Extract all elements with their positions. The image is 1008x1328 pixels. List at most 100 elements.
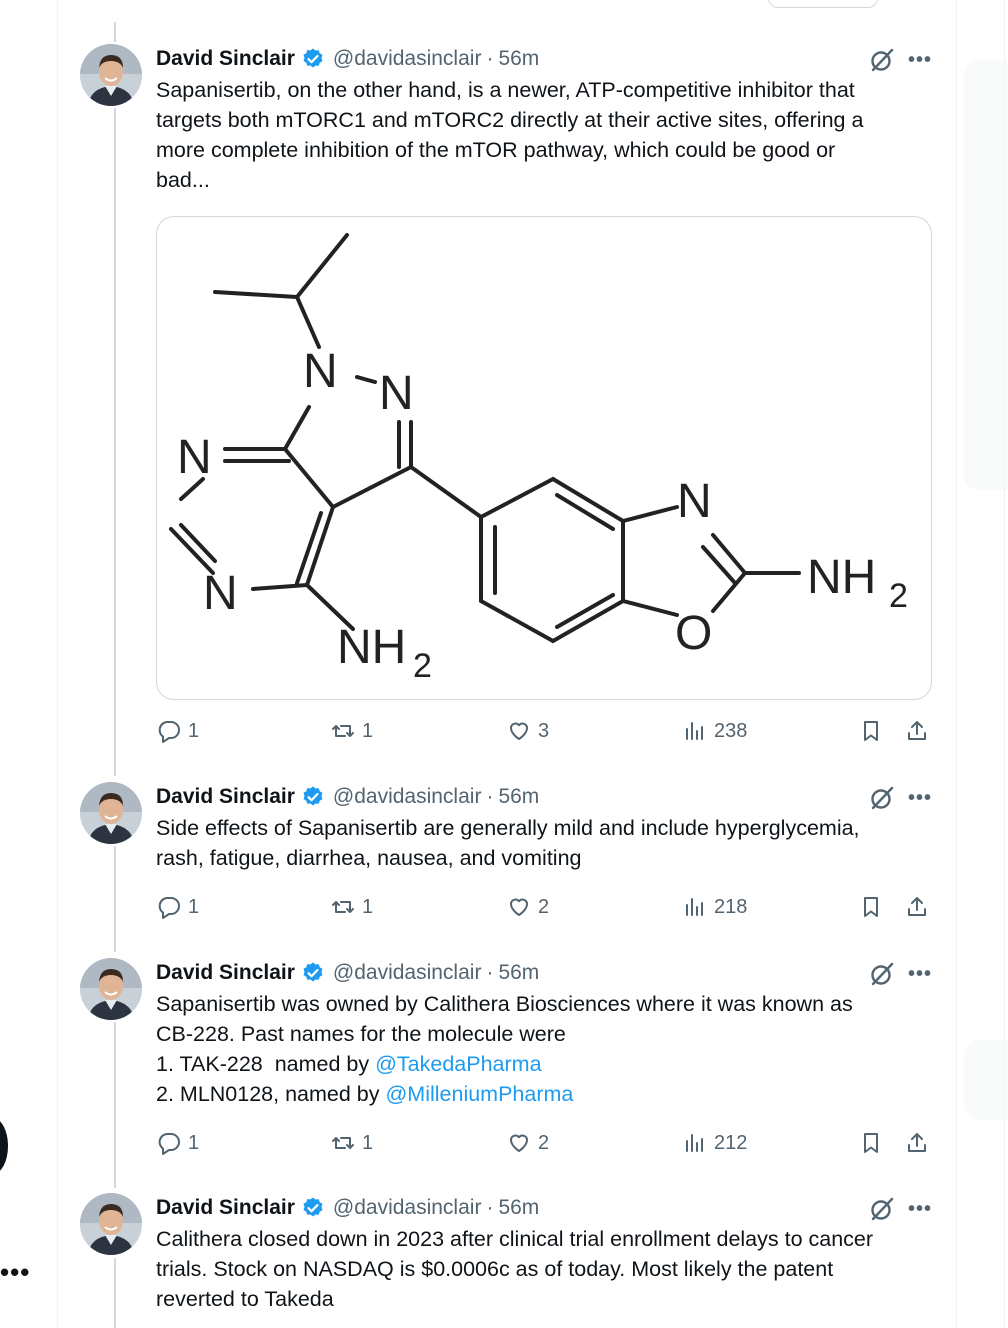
separator-dot: · bbox=[486, 785, 494, 808]
reply-button[interactable]: 1 bbox=[156, 718, 199, 744]
verified-badge-icon[interactable] bbox=[301, 961, 325, 985]
verified-badge-icon[interactable] bbox=[301, 47, 325, 71]
avatar[interactable] bbox=[80, 44, 142, 106]
author-handle[interactable]: @davidasinclair bbox=[333, 46, 482, 72]
reply-count: 1 bbox=[188, 1131, 200, 1154]
views-chart-icon bbox=[682, 1130, 708, 1156]
avatar[interactable] bbox=[80, 958, 142, 1020]
tweet-text-line: trials. Stock on NASDAQ is $0.0006c as o… bbox=[156, 1257, 834, 1281]
tweet-text-line: 1. TAK-228 named by @TakedaPharma bbox=[156, 1049, 936, 1079]
tweet-text: Side effects of Sapanisertib are general… bbox=[156, 813, 936, 873]
reply-button[interactable]: 1 bbox=[156, 894, 199, 920]
grok-icon[interactable] bbox=[868, 1195, 896, 1223]
timestamp[interactable]: 56m bbox=[498, 960, 539, 986]
atom-label: 2 bbox=[413, 647, 432, 685]
grok-icon[interactable] bbox=[868, 46, 896, 74]
bookmark-icon bbox=[858, 894, 884, 920]
timestamp[interactable]: 56m bbox=[498, 784, 539, 810]
author-handle[interactable]: @davidasinclair bbox=[333, 1195, 482, 1221]
previous-tweet-pill[interactable] bbox=[768, 0, 878, 8]
more-menu-icon[interactable]: ••• bbox=[0, 1259, 30, 1285]
repost-count: 1 bbox=[362, 895, 374, 918]
separator-dot: · bbox=[486, 961, 494, 984]
more-options-icon[interactable]: ••• bbox=[908, 788, 932, 808]
author-name[interactable]: David Sinclair bbox=[156, 960, 295, 986]
list-item-text: 2. MLN0128, named by bbox=[156, 1082, 386, 1106]
like-button[interactable]: 3 bbox=[506, 718, 549, 744]
tweet-text-line: 2. MLN0128, named by @MilleniumPharma bbox=[156, 1079, 936, 1109]
verified-badge-icon[interactable] bbox=[301, 785, 325, 809]
mention-link[interactable]: @MilleniumPharma bbox=[385, 1082, 573, 1106]
tweet-text-line: Sapanisertib, on the other hand, is a ne… bbox=[156, 78, 855, 102]
share-icon bbox=[904, 718, 930, 744]
reply-icon bbox=[156, 718, 182, 744]
tweet-actions: 1 1 2 218 bbox=[156, 894, 936, 924]
tweet-header: David Sinclair @davidasinclair · 56m ••• bbox=[156, 44, 936, 74]
repost-button[interactable]: 1 bbox=[330, 894, 373, 920]
tweet[interactable]: David Sinclair @davidasinclair · 56m •••… bbox=[80, 44, 940, 754]
author-name[interactable]: David Sinclair bbox=[156, 1195, 295, 1221]
verified-badge-icon[interactable] bbox=[301, 1196, 325, 1220]
more-options-icon[interactable]: ••• bbox=[908, 50, 932, 70]
atom-label: N bbox=[177, 431, 212, 484]
list-item-text: 1. TAK-228 named by bbox=[156, 1052, 376, 1076]
reply-count: 1 bbox=[188, 895, 200, 918]
tweet-text-line: more complete inhibition of the mTOR pat… bbox=[156, 138, 836, 162]
tweet-text-line: Calithera closed down in 2023 after clin… bbox=[156, 1227, 874, 1251]
tweet-text-line: Sapanisertib was owned by Calithera Bios… bbox=[156, 992, 853, 1016]
bookmark-button[interactable] bbox=[858, 1130, 890, 1156]
tweet-text-line: targets both mTORC1 and mTORC2 directly … bbox=[156, 108, 864, 132]
repost-count: 1 bbox=[362, 1131, 374, 1154]
repost-button[interactable]: 1 bbox=[330, 718, 373, 744]
tweet[interactable]: David Sinclair @davidasinclair · 56m •••… bbox=[80, 958, 940, 1168]
atom-label: 2 bbox=[889, 577, 908, 615]
tweet[interactable]: David Sinclair @davidasinclair · 56m •••… bbox=[80, 1193, 940, 1328]
separator-dot: · bbox=[486, 47, 494, 70]
bookmark-button[interactable] bbox=[858, 718, 890, 744]
author-handle[interactable]: @davidasinclair bbox=[333, 960, 482, 986]
reply-button[interactable]: 1 bbox=[156, 1130, 199, 1156]
timestamp[interactable]: 56m bbox=[498, 46, 539, 72]
mention-link[interactable]: @TakedaPharma bbox=[375, 1052, 541, 1076]
avatar[interactable] bbox=[80, 1193, 142, 1255]
repost-button[interactable]: 1 bbox=[330, 1130, 373, 1156]
atom-label: N bbox=[379, 367, 414, 420]
views-count: 238 bbox=[714, 719, 748, 742]
author-handle[interactable]: @davidasinclair bbox=[333, 784, 482, 810]
like-count: 2 bbox=[538, 1131, 550, 1154]
tweet-text-line: rash, fatigue, diarrhea, nausea, and vom… bbox=[156, 846, 582, 870]
share-button[interactable] bbox=[904, 1130, 936, 1156]
avatar[interactable] bbox=[80, 782, 142, 844]
author-name[interactable]: David Sinclair bbox=[156, 46, 295, 72]
atom-label: N bbox=[303, 345, 338, 398]
heart-icon bbox=[506, 718, 532, 744]
share-button[interactable] bbox=[904, 718, 936, 744]
bookmark-button[interactable] bbox=[858, 894, 890, 920]
like-button[interactable]: 2 bbox=[506, 894, 549, 920]
views-button[interactable]: 212 bbox=[682, 1130, 747, 1156]
separator-dot: · bbox=[486, 1196, 494, 1219]
share-button[interactable] bbox=[904, 894, 936, 920]
views-count: 218 bbox=[714, 895, 748, 918]
tweet-actions: 1 1 2 212 bbox=[156, 1130, 936, 1160]
share-icon bbox=[904, 1130, 930, 1156]
heart-icon bbox=[506, 1130, 532, 1156]
repost-count: 1 bbox=[362, 719, 374, 742]
views-button[interactable]: 238 bbox=[682, 718, 747, 744]
repost-icon bbox=[330, 1130, 356, 1156]
more-options-icon[interactable]: ••• bbox=[908, 1199, 932, 1219]
atom-label: NH bbox=[807, 551, 876, 604]
timestamp[interactable]: 56m bbox=[498, 1195, 539, 1221]
views-button[interactable]: 218 bbox=[682, 894, 747, 920]
more-options-icon[interactable]: ••• bbox=[908, 964, 932, 984]
right-panel-border bbox=[1004, 0, 1008, 1328]
like-button[interactable]: 2 bbox=[506, 1130, 549, 1156]
grok-icon[interactable] bbox=[868, 960, 896, 988]
tweet[interactable]: David Sinclair @davidasinclair · 56m •••… bbox=[80, 782, 940, 932]
grok-icon[interactable] bbox=[868, 784, 896, 812]
media-image-card[interactable]: N N N N NH 2 N O NH 2 bbox=[156, 216, 932, 700]
author-name[interactable]: David Sinclair bbox=[156, 784, 295, 810]
heart-icon bbox=[506, 894, 532, 920]
tweet-text-line: reverted to Takeda bbox=[156, 1287, 334, 1311]
repost-icon bbox=[330, 894, 356, 920]
